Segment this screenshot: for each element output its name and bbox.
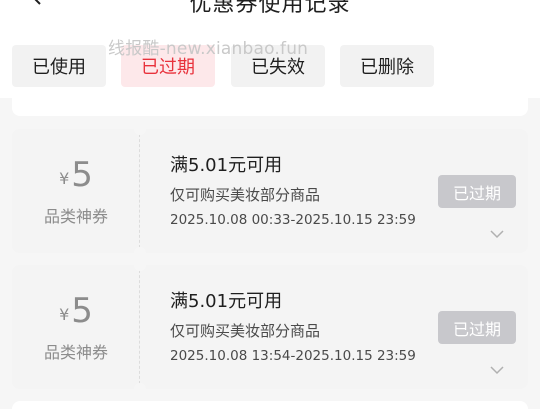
chevron-down-icon[interactable] <box>490 229 504 239</box>
coupon-amount-panel: ¥5 品类神券 <box>12 129 140 253</box>
page-title: 优惠券使用记录 <box>189 0 351 17</box>
coupon-type: 品类神券 <box>43 207 108 226</box>
chevron-down-icon[interactable] <box>490 365 504 375</box>
coupon-detail-panel: 满5.01元可用 仅可购买美妆部分商品 2025.10.08 00:33-202… <box>140 129 528 253</box>
coupon-detail-panel: 满5.01元可用 仅可购买美妆部分商品 2025.10.08 13:54-202… <box>140 265 528 389</box>
card-notch <box>134 383 146 395</box>
amount-value: 5 <box>71 291 93 331</box>
coupon-amount: ¥5 <box>12 155 140 195</box>
card-notch <box>134 259 146 271</box>
coupon-amount: ¥5 <box>12 291 140 331</box>
card-partial-bottom <box>12 401 528 409</box>
watermark-text: 线报酷-new.xianbao.fun <box>108 39 309 59</box>
currency-symbol: ¥ <box>59 169 70 188</box>
status-badge: 已过期 <box>438 311 516 344</box>
tab-deleted[interactable]: 已删除 <box>340 45 434 87</box>
coupon-condition: 满5.01元可用 <box>170 155 283 176</box>
coupon-validity: 2025.10.08 13:54-2025.10.15 23:59 <box>170 348 416 364</box>
card-notch <box>134 123 146 135</box>
status-badge: 已过期 <box>438 175 516 208</box>
coupon-amount-panel: ¥5 品类神券 <box>12 265 140 389</box>
coupon-condition: 满5.01元可用 <box>170 291 283 312</box>
coupon-card[interactable]: ¥5 品类神券 满5.01元可用 仅可购买美妆部分商品 2025.10.08 0… <box>12 123 528 259</box>
currency-symbol: ¥ <box>59 305 70 324</box>
coupon-card[interactable]: ¥5 品类神券 满5.01元可用 仅可购买美妆部分商品 2025.10.08 1… <box>12 259 528 395</box>
card-notch <box>134 247 146 259</box>
tab-used[interactable]: 已使用 <box>12 45 106 87</box>
coupon-type: 品类神券 <box>43 343 108 362</box>
coupon-validity: 2025.10.08 00:33-2025.10.15 23:59 <box>170 212 416 228</box>
amount-value: 5 <box>71 155 93 195</box>
header-bar: 优惠券使用记录 <box>0 0 540 36</box>
card-partial-top <box>12 98 528 116</box>
coupon-scope: 仅可购买美妆部分商品 <box>170 186 321 204</box>
coupon-scope: 仅可购买美妆部分商品 <box>170 322 321 340</box>
